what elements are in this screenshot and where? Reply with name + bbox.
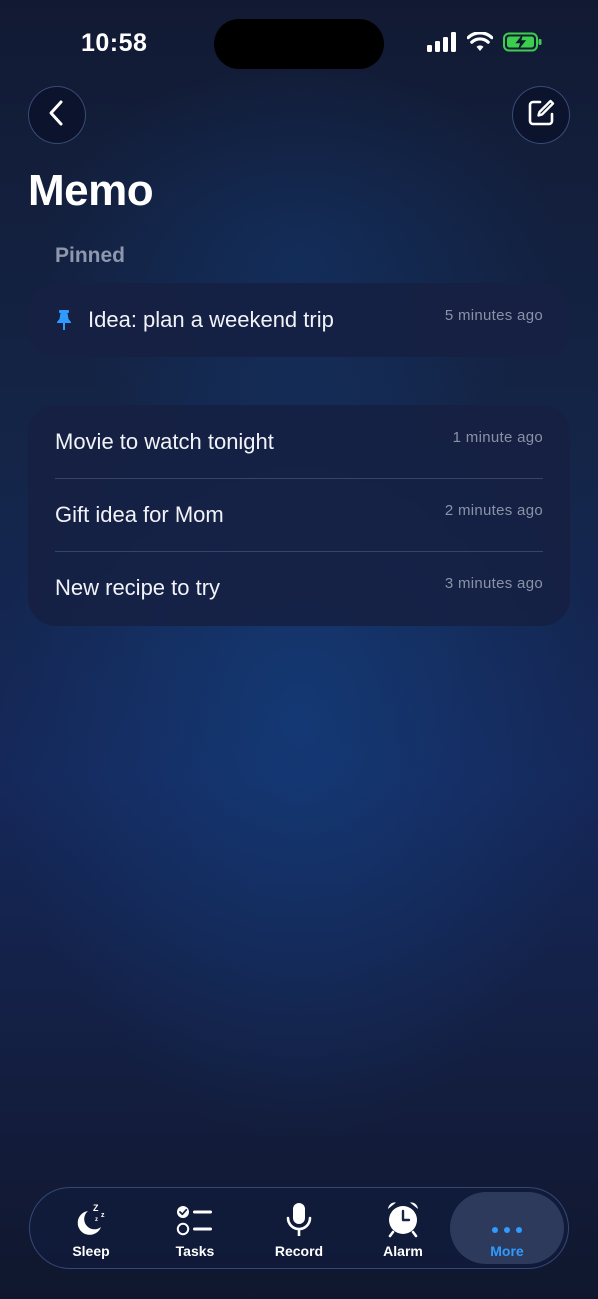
memo-timestamp: 5 minutes ago [444,307,543,324]
memo-timestamp: 3 minutes ago [444,575,543,592]
svg-text:Z: Z [93,1203,99,1213]
moon-zzz-icon: Z z z [71,1198,111,1238]
back-button[interactable] [28,86,86,144]
status-icons [427,31,543,57]
pin-icon [55,309,73,331]
pinned-list: Idea: plan a weekend trip 5 minutes ago [28,283,570,357]
compose-icon [526,98,556,133]
memo-item[interactable]: Gift idea for Mom 2 minutes ago [28,478,570,551]
memo-item[interactable]: New recipe to try 3 minutes ago [28,551,570,624]
tab-record[interactable]: Record [247,1192,351,1264]
tab-label: Alarm [383,1243,423,1259]
checklist-icon [176,1198,214,1238]
status-bar: 10:58 [0,0,598,90]
dynamic-island [214,19,384,69]
compose-button[interactable] [512,86,570,144]
tab-label: Tasks [175,1243,215,1259]
tab-label: Sleep [72,1243,110,1259]
tab-more[interactable]: More [450,1192,564,1264]
pinned-section-label: Pinned [55,244,126,267]
memo-list: Movie to watch tonight 1 minute ago Gift… [28,405,570,626]
cellular-signal-icon [427,32,457,57]
status-time: 10:58 [81,29,148,57]
tab-sleep[interactable]: Z z z Sleep [39,1192,143,1264]
tab-label: More [490,1243,524,1259]
tab-label: Record [274,1243,324,1259]
microphone-icon [284,1198,314,1238]
tab-bar: Z z z Sleep Tasks Record Alarm More [29,1187,569,1269]
svg-text:z: z [101,1212,105,1219]
tab-alarm[interactable]: Alarm [351,1192,455,1264]
battery-charging-icon [503,32,543,57]
chevron-left-icon [47,99,67,132]
tab-tasks[interactable]: Tasks [143,1192,247,1264]
alarm-clock-icon [385,1198,421,1238]
more-dots-icon [490,1198,524,1238]
memo-item-pinned[interactable]: Idea: plan a weekend trip 5 minutes ago [28,283,570,356]
svg-text:z: z [95,1217,98,1223]
memo-timestamp: 2 minutes ago [444,502,543,519]
page-title: Memo [28,166,154,215]
memo-timestamp: 1 minute ago [452,429,543,446]
wifi-icon [466,31,494,57]
memo-item[interactable]: Movie to watch tonight 1 minute ago [28,405,570,478]
